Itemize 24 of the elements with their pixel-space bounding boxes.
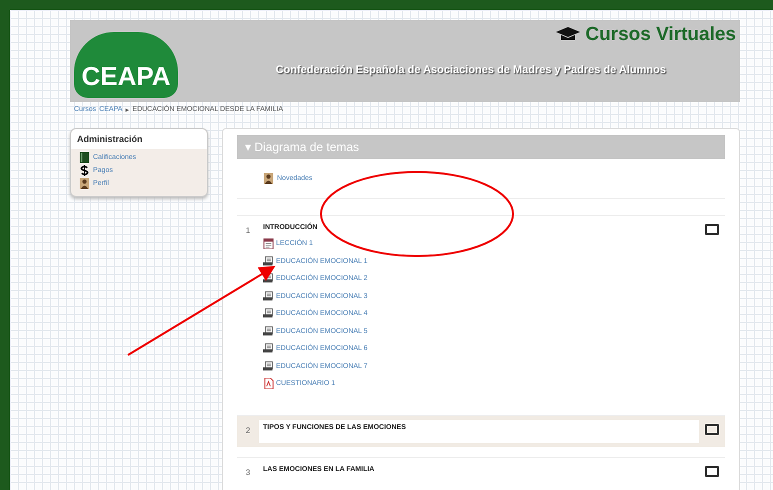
section-header: ▾ Diagrama de temas: [237, 135, 725, 159]
person-icon: [263, 173, 274, 184]
document-icon: [263, 273, 274, 284]
logo: CEAPA: [74, 32, 178, 98]
section-number: 1: [244, 225, 252, 237]
toggle-icon[interactable]: [705, 424, 719, 434]
section-number: 2: [244, 424, 252, 436]
document-icon: [263, 360, 274, 372]
block-title: Administración: [71, 129, 207, 149]
brand-title: Cursos Virtuales: [585, 24, 736, 46]
document-icon: [263, 343, 274, 354]
toggle-icon[interactable]: [705, 224, 719, 235]
document-icon: [263, 290, 274, 302]
section-number: 3: [244, 466, 252, 478]
header-subtitle: Confederación Española de Asociaciones de Madres y Padres de Alumnos: [276, 64, 666, 76]
dollar-icon: [79, 165, 90, 176]
person-icon: [79, 178, 90, 189]
toggle-icon[interactable]: [705, 466, 719, 476]
document-icon: [263, 326, 274, 337]
document-icon: [263, 256, 274, 267]
quiz-document-icon: [263, 378, 274, 390]
calendar-icon: [263, 238, 274, 250]
book-icon: [79, 152, 90, 163]
document-icon: [263, 308, 274, 320]
